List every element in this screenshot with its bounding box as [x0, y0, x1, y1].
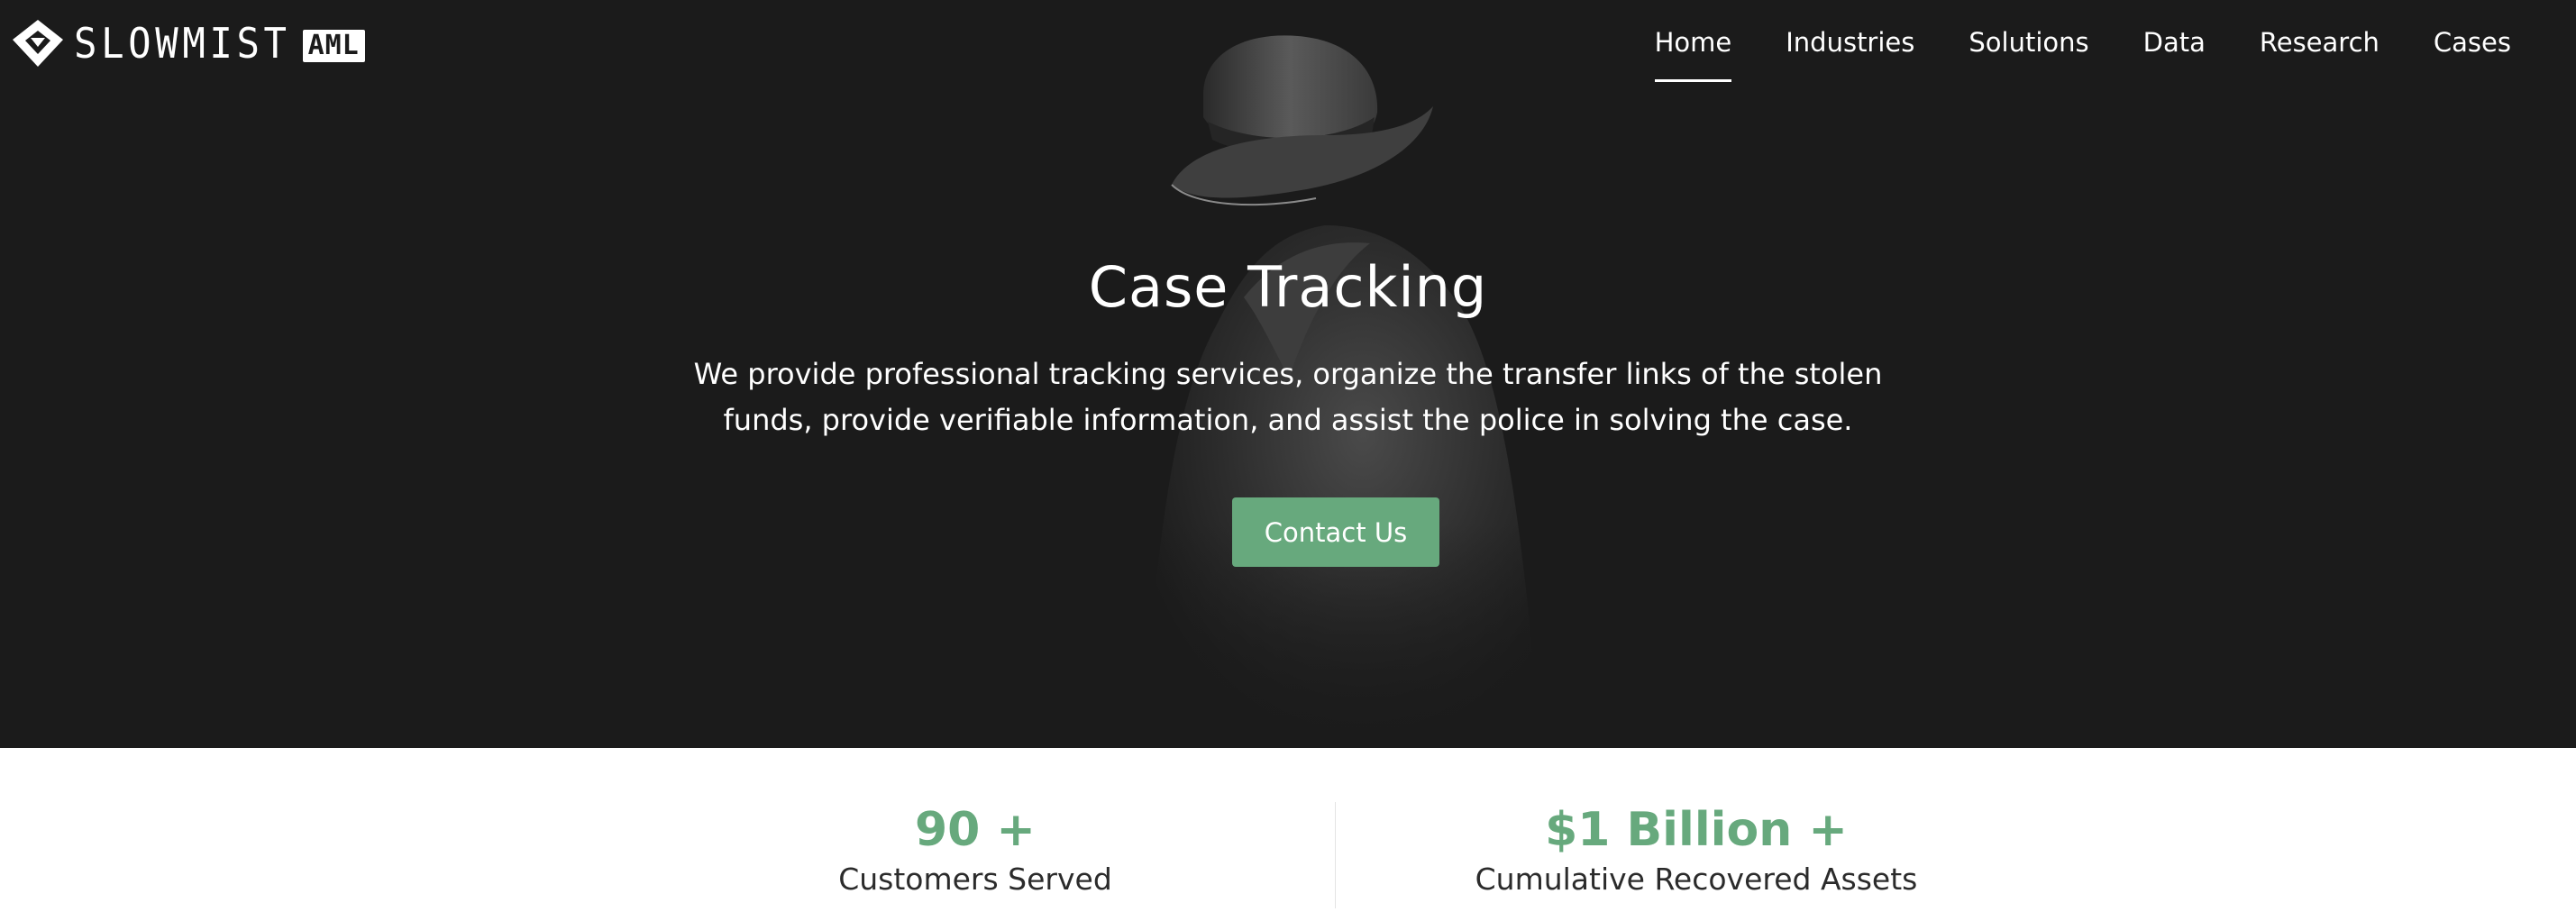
brand-badge: AML [302, 30, 365, 62]
stat-customers: 90 + Customers Served [660, 802, 1291, 899]
site-header: SLOWMIST AML Home Industries Solutions D… [0, 0, 2576, 86]
stat-label: Customers Served [838, 862, 1112, 897]
nav-item-cases[interactable]: Cases [2434, 0, 2511, 86]
stat-value: $1 Billion + [1545, 803, 1848, 857]
nav-item-solutions[interactable]: Solutions [1969, 0, 2088, 86]
stats-divider [1335, 802, 1336, 908]
nav-item-home[interactable]: Home [1654, 0, 1731, 86]
slowmist-logo-icon [13, 20, 63, 67]
contact-us-button[interactable]: Contact Us [1232, 497, 1439, 567]
nav-item-industries[interactable]: Industries [1786, 0, 1914, 86]
stat-value: 90 + [914, 803, 1037, 857]
stat-recovered-assets: $1 Billion + Cumulative Recovered Assets [1381, 802, 2012, 899]
stat-label: Cumulative Recovered Assets [1475, 862, 1918, 897]
hero-description: We provide professional tracking service… [693, 357, 1883, 437]
hero-banner: Case Tracking We provide professional tr… [0, 0, 2576, 748]
nav-item-research[interactable]: Research [2260, 0, 2380, 86]
main-nav: Home Industries Solutions Data Research … [1654, 0, 2511, 86]
brand-name: SLOWMIST [74, 19, 291, 68]
brand-logo[interactable]: SLOWMIST AML [11, 18, 365, 68]
stats-section: 90 + Customers Served $1 Billion + Cumul… [0, 748, 2576, 921]
hero-title: Case Tracking [1088, 254, 1488, 320]
nav-item-data[interactable]: Data [2143, 0, 2206, 86]
